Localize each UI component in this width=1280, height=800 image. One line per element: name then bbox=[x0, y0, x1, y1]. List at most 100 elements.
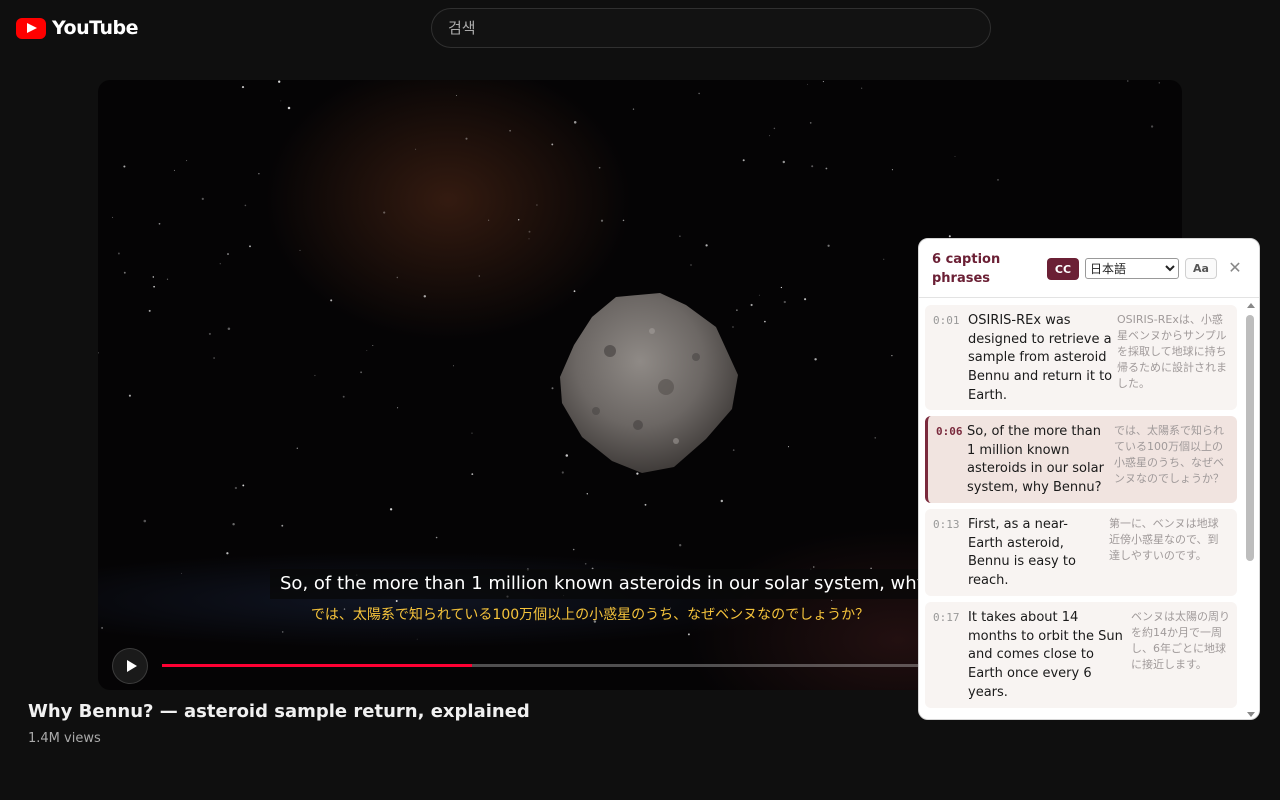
star bbox=[883, 258, 885, 260]
star bbox=[471, 473, 474, 475]
star bbox=[698, 92, 700, 95]
star bbox=[874, 437, 876, 439]
youtube-logo[interactable]: YouTube bbox=[16, 17, 138, 39]
star bbox=[600, 219, 604, 222]
star bbox=[465, 137, 468, 140]
caption-panel-header: 6 caption phrases CC 日本語 Aa ✕ bbox=[919, 239, 1259, 298]
caption-list-scrollbar[interactable] bbox=[1245, 303, 1257, 719]
star bbox=[152, 276, 155, 278]
caption-item[interactable]: 0:17 It takes about 14 months to orbit t… bbox=[925, 602, 1237, 708]
star bbox=[954, 155, 956, 158]
star bbox=[226, 552, 229, 555]
star bbox=[213, 357, 215, 359]
star bbox=[395, 600, 398, 602]
star bbox=[687, 633, 690, 636]
star bbox=[948, 235, 951, 238]
star bbox=[584, 563, 587, 565]
caption-text-japanese: ベンヌは太陽の周りを約14か月で一周し、6年ごとに地球に接近します。 bbox=[1131, 610, 1230, 671]
star bbox=[509, 129, 511, 132]
cc-button[interactable]: CC bbox=[1047, 258, 1079, 280]
star bbox=[720, 499, 724, 503]
star bbox=[813, 566, 815, 568]
star bbox=[644, 503, 647, 506]
caption-panel: 6 caption phrases CC 日本語 Aa ✕ 0:01 OSIRI… bbox=[918, 238, 1260, 720]
star bbox=[780, 286, 783, 289]
logo-text: YouTube bbox=[52, 17, 138, 39]
star bbox=[1158, 82, 1160, 84]
view-count: 1.4M views bbox=[28, 731, 101, 746]
star bbox=[536, 204, 538, 206]
scroll-thumb[interactable] bbox=[1246, 315, 1254, 561]
star bbox=[415, 148, 417, 150]
star bbox=[173, 169, 175, 171]
star bbox=[814, 358, 817, 361]
star bbox=[281, 631, 284, 633]
star bbox=[330, 299, 333, 302]
caption-text-japanese: OSIRIS-RExは、小惑星ベンヌからサンプルを採取して地球に持ち帰るために設… bbox=[1117, 313, 1227, 390]
caption-item-active[interactable]: 0:06 So, of the more than 1 million know… bbox=[925, 416, 1237, 503]
star bbox=[117, 252, 120, 255]
caption-item[interactable]: 0:13 First, as a near-Earth asteroid, Be… bbox=[925, 509, 1237, 596]
star bbox=[158, 222, 161, 225]
play-button[interactable] bbox=[112, 648, 148, 684]
star bbox=[758, 294, 760, 296]
scroll-up-arrow-icon[interactable] bbox=[1247, 303, 1255, 308]
star bbox=[396, 276, 398, 279]
close-icon[interactable]: ✕ bbox=[1227, 257, 1243, 277]
star bbox=[809, 122, 812, 124]
star bbox=[242, 484, 245, 487]
star bbox=[153, 285, 155, 288]
search-input[interactable] bbox=[431, 8, 991, 48]
star bbox=[227, 327, 231, 331]
star bbox=[622, 219, 625, 222]
star bbox=[128, 394, 131, 397]
caption-text-english: So, of the more than 1 million known ast… bbox=[967, 424, 1104, 496]
star bbox=[478, 275, 480, 277]
star bbox=[383, 211, 386, 214]
star bbox=[822, 81, 824, 83]
star bbox=[186, 160, 188, 162]
caption-english: So, of the more than 1 million known ast… bbox=[270, 569, 920, 599]
star bbox=[201, 197, 204, 201]
star bbox=[487, 219, 490, 221]
caption-text-english: It takes about 14 months to orbit the Su… bbox=[968, 610, 1123, 700]
scroll-down-arrow-icon[interactable] bbox=[1247, 712, 1255, 717]
caption-timestamp: 0:01 bbox=[933, 314, 960, 327]
star bbox=[811, 165, 814, 168]
youtube-play-icon bbox=[16, 17, 46, 39]
play-icon bbox=[126, 660, 137, 672]
star bbox=[299, 249, 301, 251]
star bbox=[455, 94, 457, 96]
star bbox=[806, 83, 808, 85]
caption-panel-title: 6 caption phrases bbox=[932, 252, 1001, 286]
star bbox=[244, 204, 247, 207]
font-size-button[interactable]: Aa bbox=[1185, 258, 1217, 279]
star bbox=[227, 253, 229, 255]
caption-text-english: OSIRIS-REx was designed to retrieve a sa… bbox=[968, 313, 1113, 403]
star bbox=[1127, 80, 1129, 82]
star bbox=[1150, 125, 1154, 128]
star bbox=[997, 179, 999, 181]
star bbox=[249, 245, 251, 248]
star bbox=[296, 447, 298, 449]
star bbox=[632, 108, 635, 110]
star bbox=[679, 235, 681, 237]
star bbox=[861, 87, 863, 89]
star bbox=[750, 303, 753, 307]
star bbox=[219, 263, 221, 265]
star bbox=[166, 278, 169, 280]
star bbox=[143, 519, 147, 523]
star bbox=[435, 536, 438, 539]
star bbox=[280, 100, 282, 102]
caption-text-japanese: 第一に、ベンヌは地球近傍小惑星なので、到達しやすいのです。 bbox=[1109, 517, 1219, 562]
language-select[interactable]: 日本語 bbox=[1085, 258, 1179, 279]
star bbox=[123, 271, 126, 274]
star bbox=[783, 300, 786, 304]
star bbox=[98, 351, 99, 354]
star bbox=[551, 143, 554, 146]
caption-item[interactable]: 0:01 OSIRIS-REx was designed to retrieve… bbox=[925, 305, 1237, 410]
star bbox=[705, 244, 708, 247]
star bbox=[573, 121, 577, 124]
caption-timestamp: 0:06 bbox=[936, 425, 963, 438]
caption-list: 0:01 OSIRIS-REx was designed to retrieve… bbox=[925, 305, 1239, 717]
